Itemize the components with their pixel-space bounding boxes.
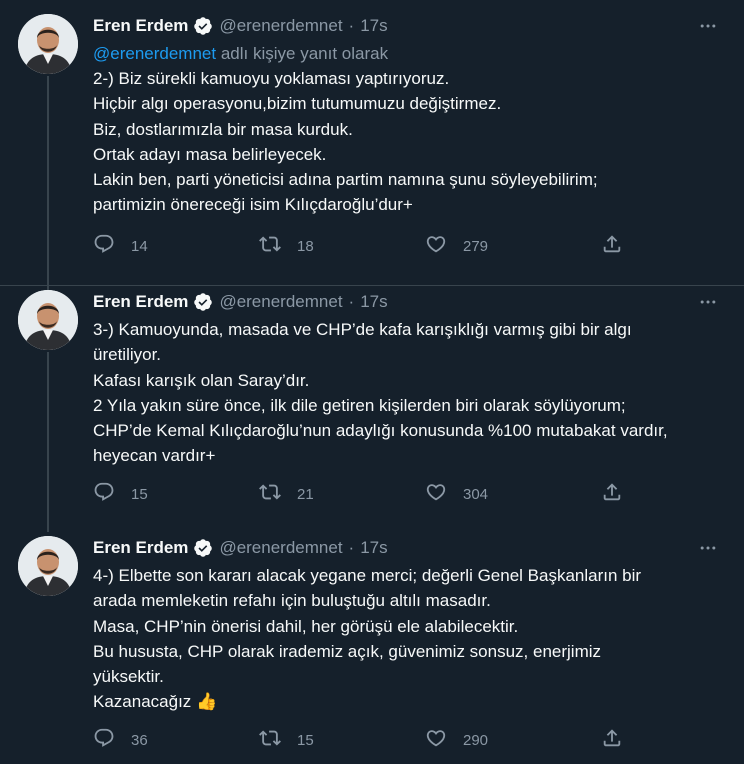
replying-to: @erenerdemnet adlı kişiye yanıt olarak: [93, 42, 388, 66]
tweet-3[interactable]: Eren Erdem @erenerdemnet · 17s 4-) Elbet…: [0, 522, 744, 764]
like-button[interactable]: 304: [425, 482, 488, 506]
tweet-line: Ortak adayı masa belirleyecek.: [93, 144, 327, 164]
share-icon: [601, 233, 623, 259]
like-button[interactable]: 279: [425, 234, 488, 258]
tweet-header: Eren Erdem @erenerdemnet · 17s: [93, 536, 388, 560]
like-count: 290: [463, 731, 489, 749]
tweet-text: 3-) Kamuoyunda, masada ve CHP’de kafa ka…: [93, 317, 733, 469]
author-handle[interactable]: @erenerdemnet: [219, 14, 342, 38]
tweet-line: 3-) Kamuoyunda, masada ve CHP’de kafa ka…: [93, 320, 632, 339]
like-count: 279: [463, 237, 489, 255]
reply-button[interactable]: 15: [93, 482, 148, 506]
retweet-icon: [259, 481, 281, 507]
tweet-line: Bu hususta, CHP olarak irademiz açık, gü…: [93, 641, 602, 661]
reply-count: 15: [131, 485, 148, 503]
tweet-thread: Eren Erdem @erenerdemnet · 17s @erenerde…: [0, 0, 744, 764]
like-button[interactable]: 290: [425, 728, 488, 752]
retweet-count: 21: [297, 485, 314, 503]
share-button[interactable]: [601, 482, 623, 506]
reply-count: 36: [131, 731, 148, 749]
retweet-icon: [259, 727, 281, 753]
author-name[interactable]: Eren Erdem: [93, 290, 188, 314]
heart-icon: [425, 727, 447, 753]
avatar[interactable]: [18, 14, 78, 74]
reply-suffix: adlı kişiye yanıt olarak: [216, 44, 389, 63]
verified-badge-icon: [193, 292, 213, 312]
author-name[interactable]: Eren Erdem: [93, 14, 188, 38]
tweet-actions: 36 15 290: [93, 728, 633, 752]
reply-button[interactable]: 36: [93, 728, 148, 752]
retweet-icon: [259, 233, 281, 259]
share-icon: [601, 727, 623, 753]
tweet-line: heyecan vardır+: [93, 446, 216, 466]
author-handle[interactable]: @erenerdemnet: [219, 536, 342, 560]
avatar[interactable]: [18, 290, 78, 350]
like-count: 304: [463, 485, 489, 503]
tweet-text: 4-) Elbette son kararı alacak yegane mer…: [93, 563, 733, 715]
tweet-line: Kafası karışık olan Saray’dır.: [93, 370, 310, 390]
tweet-header: Eren Erdem @erenerdemnet · 17s: [93, 14, 388, 38]
more-icon[interactable]: [694, 288, 722, 316]
thread-connector-line: [47, 352, 49, 532]
retweet-button[interactable]: 21: [259, 482, 314, 506]
tweet-actions: 15 21 304: [93, 482, 633, 506]
reply-mention-link[interactable]: @erenerdemnet: [93, 44, 216, 63]
author-name[interactable]: Eren Erdem: [93, 536, 188, 560]
tweet-line: Hiçbir algı operasyonu,bizim tutumumuzu …: [93, 94, 502, 114]
tweet-line: yüksektir.: [93, 667, 164, 687]
tweet-line: Kazanacağız 👍: [93, 692, 218, 712]
timestamp[interactable]: 17s: [360, 536, 387, 560]
tweet-line: partimizin önereceği isim Kılıçdaroğlu’d…: [93, 195, 413, 215]
timestamp[interactable]: 17s: [360, 14, 387, 38]
more-icon[interactable]: [694, 534, 722, 562]
separator-dot: ·: [348, 292, 355, 311]
tweet-text: 2-) Biz sürekli kamuoyu yoklaması yaptır…: [93, 66, 733, 218]
reply-icon: [93, 727, 115, 753]
tweet-header: Eren Erdem @erenerdemnet · 17s: [93, 290, 388, 314]
separator-dot: ·: [348, 16, 355, 35]
reply-icon: [93, 481, 115, 507]
share-icon: [601, 481, 623, 507]
heart-icon: [425, 233, 447, 259]
tweet-line: üretiliyor.: [93, 345, 162, 365]
tweet-line: CHP’de Kemal Kılıçdaroğlu’nun adaylığı k…: [93, 421, 668, 441]
tweet-line: 2-) Biz sürekli kamuoyu yoklaması yaptır…: [93, 69, 450, 88]
verified-badge-icon: [193, 538, 213, 558]
tweet-line: Masa, CHP’nin önerisi dahil, her görüşü …: [93, 616, 519, 636]
tweet-line: Biz, dostlarımızla bir masa kurduk.: [93, 119, 353, 139]
tweet-actions: 14 18 279: [93, 234, 633, 258]
heart-icon: [425, 481, 447, 507]
share-button[interactable]: [601, 234, 623, 258]
timestamp[interactable]: 17s: [360, 290, 387, 314]
tweet-line: 2 Yıla yakın süre önce, ilk dile getiren…: [93, 395, 626, 415]
separator-dot: ·: [348, 538, 355, 557]
tweet-2[interactable]: Eren Erdem @erenerdemnet · 17s 3-) Kamuo…: [0, 276, 744, 532]
tweet-1[interactable]: Eren Erdem @erenerdemnet · 17s @erenerde…: [0, 0, 744, 290]
retweet-count: 18: [297, 237, 314, 255]
author-handle[interactable]: @erenerdemnet: [219, 290, 342, 314]
more-icon[interactable]: [694, 12, 722, 40]
retweet-button[interactable]: 15: [259, 728, 314, 752]
retweet-button[interactable]: 18: [259, 234, 314, 258]
avatar[interactable]: [18, 536, 78, 596]
verified-badge-icon: [193, 16, 213, 36]
reply-icon: [93, 233, 115, 259]
retweet-count: 15: [297, 731, 314, 749]
tweet-line: 4-) Elbette son kararı alacak yegane mer…: [93, 566, 642, 585]
thread-connector-line: [47, 76, 49, 290]
tweet-line: Lakin ben, parti yöneticisi adına partim…: [93, 170, 598, 190]
share-button[interactable]: [601, 728, 623, 752]
reply-button[interactable]: 14: [93, 234, 148, 258]
reply-count: 14: [131, 237, 148, 255]
tweet-line: arada memleketin refahı için buluştuğu a…: [93, 591, 491, 611]
